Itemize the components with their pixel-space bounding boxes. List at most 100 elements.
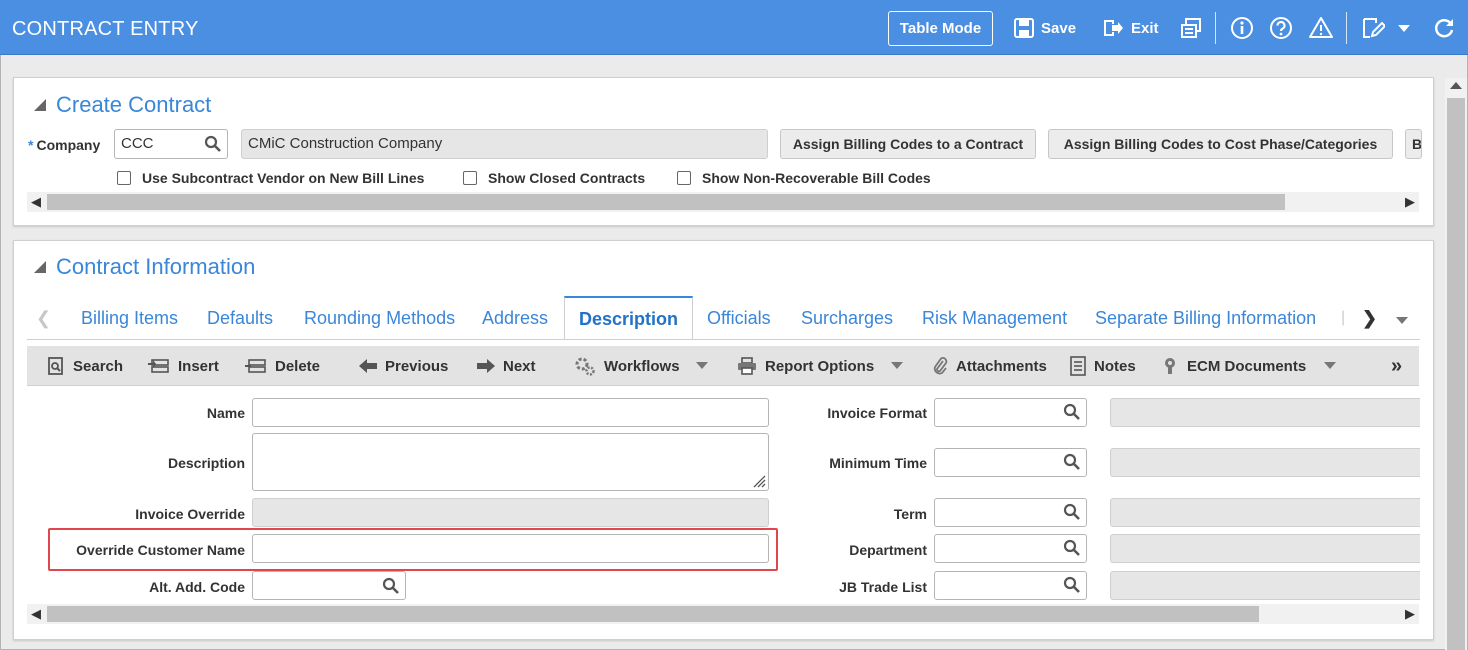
notes-icon <box>1070 356 1086 376</box>
highlight-box <box>48 528 778 571</box>
tab-surcharges[interactable]: Surcharges <box>801 296 893 340</box>
previous-button[interactable]: Previous <box>359 356 448 376</box>
workflows-dropdown-icon[interactable] <box>696 362 708 369</box>
ecm-documents-button[interactable]: ECM Documents <box>1161 356 1306 376</box>
search-icon[interactable] <box>1063 503 1081 521</box>
contract-info-title: Contract Information <box>56 254 256 279</box>
warning-icon[interactable] <box>1308 15 1334 41</box>
report-options-dropdown-icon[interactable] <box>891 362 903 369</box>
search-tool-label: Search <box>73 357 124 375</box>
tab-separate-billing-information[interactable]: Separate Billing Information <box>1095 296 1316 340</box>
chevron-down-icon[interactable] <box>1391 15 1417 41</box>
resize-grip-icon[interactable] <box>752 474 766 488</box>
next-button[interactable]: Next <box>477 356 536 376</box>
insert-icon <box>148 359 169 373</box>
record-toolbar: Search Insert Delete Previous Next Workf… <box>27 346 1419 386</box>
tab-menu-chevron-icon[interactable] <box>1396 296 1408 340</box>
search-icon[interactable] <box>204 135 222 153</box>
refresh-icon[interactable] <box>1431 15 1457 41</box>
tab-rounding-methods[interactable]: Rounding Methods <box>304 296 455 340</box>
exit-label: Exit <box>1131 19 1159 37</box>
insert-button[interactable]: Insert <box>148 356 219 376</box>
tab-officials[interactable]: Officials <box>707 296 771 340</box>
department-label: Department <box>849 542 927 558</box>
toolbar-overflow-icon[interactable]: » <box>1391 355 1402 377</box>
scroll-right-icon[interactable]: ▶ <box>1403 604 1417 624</box>
tab-scroll-left-icon[interactable]: ❮ <box>36 296 51 340</box>
checkbox-box[interactable] <box>677 171 691 185</box>
search-doc-icon <box>48 357 63 375</box>
scroll-thumb[interactable] <box>47 194 1285 210</box>
report-options-button[interactable]: Report Options <box>737 356 874 376</box>
jb-trade-list-label: JB Trade List <box>839 579 927 595</box>
company-label: * Company <box>28 137 100 153</box>
contract-info-header[interactable]: Contract Information <box>34 254 255 280</box>
description-label: Description <box>167 455 245 471</box>
delete-label: Delete <box>275 357 321 375</box>
scroll-thumb[interactable] <box>47 606 1259 622</box>
workflows-label: Workflows <box>604 357 680 375</box>
search-icon[interactable] <box>1063 403 1081 421</box>
workflows-button[interactable]: Workflows <box>574 356 680 376</box>
attachments-button[interactable]: Attachments <box>932 356 1047 376</box>
use-subcontract-vendor-checkbox[interactable]: Use Subcontract Vendor on New Bill Lines <box>117 170 424 186</box>
company-label-text: Company <box>36 137 101 153</box>
notes-label: Notes <box>1094 357 1136 375</box>
notes-button[interactable]: Notes <box>1070 356 1136 376</box>
exit-icon <box>1104 20 1123 36</box>
horizontal-scrollbar[interactable]: ◀ ▶ <box>27 192 1419 212</box>
previous-label: Previous <box>385 357 449 375</box>
tab-description[interactable]: Description <box>564 296 693 340</box>
search-tool-button[interactable]: Search <box>47 356 123 376</box>
print-icon[interactable] <box>1178 15 1204 41</box>
vertical-scrollbar[interactable] <box>1445 78 1467 650</box>
company-name-field: CMiC Construction Company <box>241 129 768 159</box>
show-closed-contracts-checkbox[interactable]: Show Closed Contracts <box>463 170 645 186</box>
help-icon[interactable] <box>1268 15 1294 41</box>
scroll-right-icon[interactable]: ▶ <box>1403 192 1417 212</box>
invoice-format-desc <box>1110 398 1420 427</box>
table-mode-button[interactable]: Table Mode <box>888 11 993 46</box>
search-icon[interactable] <box>382 577 400 595</box>
minimum-time-desc <box>1110 448 1420 477</box>
scroll-thumb[interactable] <box>1447 98 1465 650</box>
scroll-left-icon[interactable]: ◀ <box>29 604 43 624</box>
delete-button[interactable]: Delete <box>245 356 320 376</box>
checkbox-label: Show Non-Recoverable Bill Codes <box>702 170 931 186</box>
tab-underline <box>27 339 1420 340</box>
arrow-right-icon <box>477 359 495 373</box>
info-icon[interactable] <box>1229 15 1255 41</box>
term-desc <box>1110 498 1420 527</box>
checkbox-label: Use Subcontract Vendor on New Bill Lines <box>142 170 425 186</box>
scroll-up-icon[interactable] <box>1450 82 1462 89</box>
search-icon[interactable] <box>1063 453 1081 471</box>
ecm-dropdown-icon[interactable] <box>1324 362 1336 369</box>
tab-risk-management[interactable]: Risk Management <box>922 296 1067 340</box>
create-contract-header[interactable]: Create Contract <box>34 92 211 118</box>
assign-billing-codes-cost-phase-button[interactable]: Assign Billing Codes to Cost Phase/Categ… <box>1048 129 1393 159</box>
search-icon[interactable] <box>1063 576 1081 594</box>
search-icon[interactable] <box>1063 539 1081 557</box>
paperclip-icon <box>933 357 948 375</box>
exit-button[interactable]: Exit <box>1102 15 1159 41</box>
ecm-icon <box>1165 358 1175 374</box>
tab-billing-items[interactable]: Billing Items <box>81 296 178 340</box>
name-input[interactable] <box>252 398 769 427</box>
checkbox-box[interactable] <box>117 171 131 185</box>
collapse-triangle-icon <box>34 261 46 273</box>
assign-billing-codes-contract-button[interactable]: Assign Billing Codes to a Contract <box>780 129 1036 159</box>
tab-scroll-right-icon[interactable]: ❯ <box>1362 296 1377 340</box>
scroll-left-icon[interactable]: ◀ <box>29 192 43 212</box>
save-button[interactable]: Save <box>1014 15 1076 41</box>
tab-address[interactable]: Address <box>482 296 548 340</box>
checkbox-box[interactable] <box>463 171 477 185</box>
horizontal-scrollbar[interactable]: ◀ ▶ <box>27 604 1419 624</box>
overflow-button[interactable]: B <box>1405 129 1422 159</box>
tab-defaults[interactable]: Defaults <box>207 296 273 340</box>
app-header: CONTRACT ENTRY Table Mode Save Exit <box>0 0 1468 55</box>
edit-icon[interactable] <box>1360 15 1386 41</box>
attachments-label: Attachments <box>956 357 1047 375</box>
show-non-recoverable-checkbox[interactable]: Show Non-Recoverable Bill Codes <box>677 170 931 186</box>
next-label: Next <box>503 357 536 375</box>
description-textarea[interactable] <box>252 433 769 491</box>
